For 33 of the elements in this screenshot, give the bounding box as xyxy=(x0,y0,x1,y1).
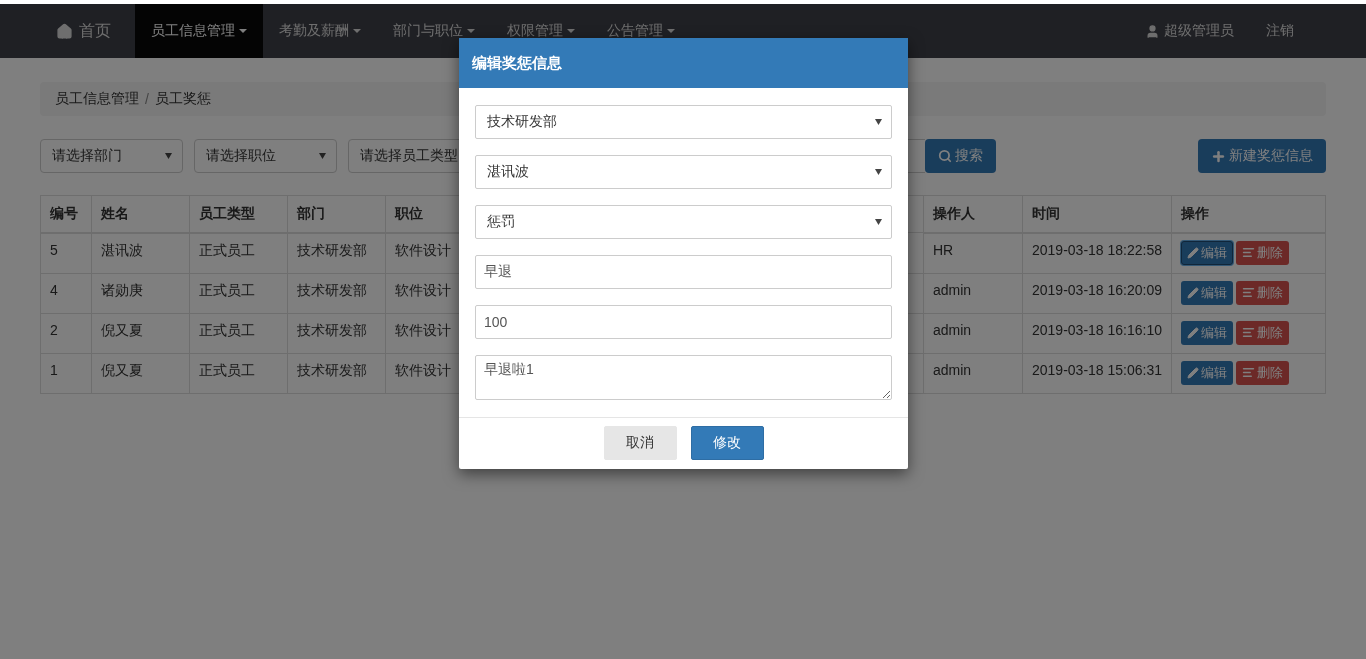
column-header: 时间 xyxy=(1022,195,1172,233)
table-cell: 诸勋庚 xyxy=(91,273,190,313)
column-header: 员工类型 xyxy=(189,195,288,233)
breadcrumb-separator: / xyxy=(145,91,149,107)
table-cell: 2019-03-18 16:16:10 xyxy=(1022,313,1172,353)
table-cell: 1 xyxy=(40,353,92,393)
table-cell: 湛讯波 xyxy=(91,232,190,273)
table-cell: admin xyxy=(923,273,1023,313)
table-cell: 倪又夏 xyxy=(91,313,190,353)
table-cell: HR xyxy=(923,232,1023,273)
table-cell: 正式员工 xyxy=(189,353,288,393)
table-cell: 技术研发部 xyxy=(287,232,386,273)
table-cell: 2 xyxy=(40,313,92,353)
table-cell: 倪又夏 xyxy=(91,353,190,393)
table-cell: 5 xyxy=(40,232,92,273)
table-cell: 2019-03-18 18:22:58 xyxy=(1022,232,1172,273)
column-header: 操作 xyxy=(1171,195,1326,233)
table-cell: 技术研发部 xyxy=(287,313,386,353)
column-header: 操作人 xyxy=(923,195,1023,233)
column-header: 部门 xyxy=(287,195,386,233)
table-cell: admin xyxy=(923,353,1023,393)
column-header: 编号 xyxy=(40,195,92,233)
table-cell: 正式员工 xyxy=(189,313,288,353)
column-header: 姓名 xyxy=(91,195,190,233)
table-cell: 技术研发部 xyxy=(287,273,386,313)
table-cell: 2019-03-18 15:06:31 xyxy=(1022,353,1172,393)
dialog-title: 编辑奖惩信息 xyxy=(472,53,562,73)
table-cell: 正式员工 xyxy=(189,273,288,313)
table-cell: 2019-03-18 16:20:09 xyxy=(1022,273,1172,313)
table-cell: 4 xyxy=(40,273,92,313)
table-cell: 技术研发部 xyxy=(287,353,386,393)
table-cell: 正式员工 xyxy=(189,232,288,273)
table-cell: admin xyxy=(923,313,1023,353)
